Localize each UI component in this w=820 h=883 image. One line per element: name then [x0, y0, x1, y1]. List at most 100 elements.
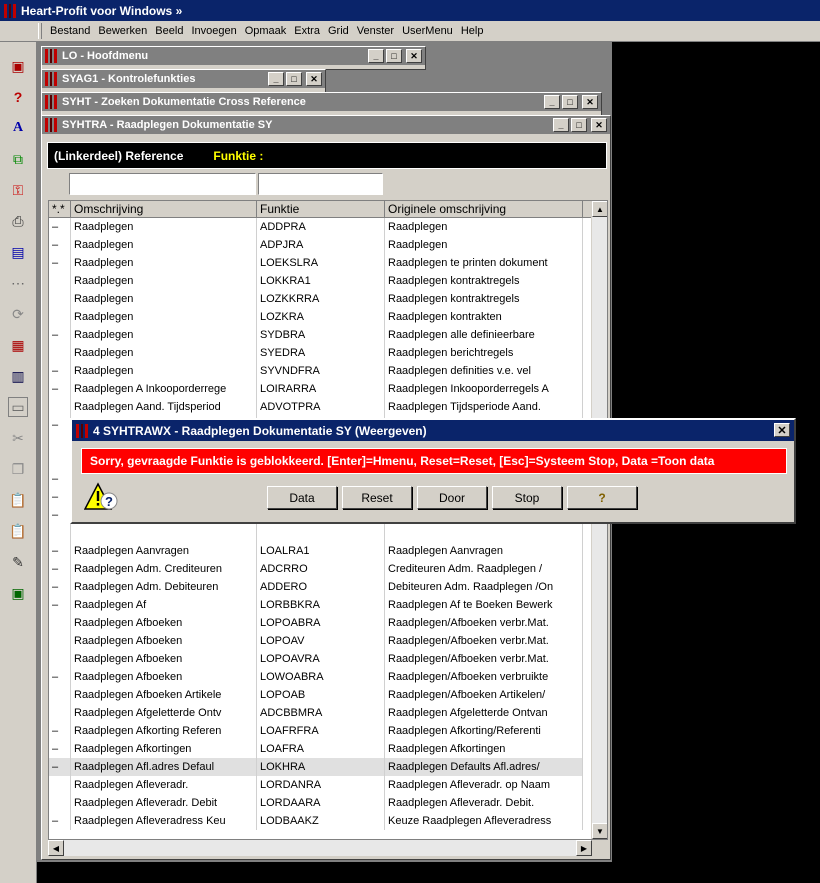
table-row[interactable]: Raadplegen Afboeken LOPOAV Raadplegen/Afbo… — [49, 632, 583, 650]
table-row[interactable]: – Raadplegen Adm. Debiteuren ADDERO Debiteu… — [49, 578, 583, 596]
menu-extra[interactable]: Extra — [294, 25, 320, 37]
edit-icon[interactable]: ✎ — [8, 552, 28, 572]
window-syht[interactable]: SYHT - Zoeken Dokumentatie Cross Referen… — [41, 92, 602, 116]
close-button[interactable]: ✕ — [406, 49, 422, 63]
table-row[interactable]: Raadplegen Aand. Tijdsperiod ADVOTPRA Raad… — [49, 398, 583, 416]
blocked-function-dialog[interactable]: 4 SYHTRAWX - Raadplegen Dokumentatie SY … — [70, 418, 796, 524]
search-funktie-input[interactable] — [258, 173, 383, 195]
window-lo-hoofdmenu[interactable]: LO - Hoofdmenu _ □ ✕ — [41, 46, 426, 70]
search-omschrijving-input[interactable] — [69, 173, 256, 195]
window-title-syht[interactable]: SYHT - Zoeken Dokumentatie Cross Referen… — [42, 93, 601, 111]
window-syag1[interactable]: SYAG1 - Kontrolefunkties _ □ ✕ — [41, 69, 326, 93]
window-title-syag1[interactable]: SYAG1 - Kontrolefunkties _ □ ✕ — [42, 70, 325, 88]
horizontal-scrollbar[interactable]: ◀ ▶ — [48, 840, 592, 856]
window-icon[interactable]: ▭ — [8, 397, 28, 417]
table-row[interactable]: – Raadplegen Afkortingen LOAFRA Raadplegen … — [49, 740, 583, 758]
dialog-close-button[interactable]: ✕ — [774, 423, 790, 437]
col-header-originele[interactable]: Originele omschrijving — [385, 201, 583, 217]
table-row[interactable]: Raadplegen Afleveradr. Debit LORDAARA Raad… — [49, 794, 583, 812]
menu-venster[interactable]: Venster — [357, 25, 394, 37]
maximize-button[interactable]: □ — [562, 95, 578, 109]
monitor-icon[interactable]: ▣ — [8, 583, 28, 603]
menu-bewerken[interactable]: Bewerken — [98, 25, 147, 37]
cut-icon[interactable]: ✂ — [8, 428, 28, 448]
table-row[interactable]: Raadplegen Afboeken Artikele LOPOAB Raadpl… — [49, 686, 583, 704]
table-row[interactable]: – Raadplegen Afleveradress Keu LODBAAKZ Keu… — [49, 812, 583, 830]
refresh-icon[interactable]: ⟳ — [8, 304, 28, 324]
close-button[interactable]: ✕ — [582, 95, 598, 109]
maximize-button[interactable]: □ — [571, 118, 587, 132]
scroll-down-button[interactable]: ▼ — [592, 823, 607, 839]
scroll-up-button[interactable]: ▲ — [592, 201, 607, 217]
table-row[interactable]: – Raadplegen ADPJRA Raadplegen — [49, 236, 583, 254]
table-row[interactable] — [49, 524, 583, 542]
print-icon[interactable]: ⎙ — [8, 211, 28, 231]
stop-button[interactable]: Stop — [492, 486, 562, 509]
table-row[interactable]: – Raadplegen A Inkooporderrege LOIRARRA Raa… — [49, 380, 583, 398]
table-row[interactable]: Raadplegen Afboeken LOPOABRA Raadplegen/Af… — [49, 614, 583, 632]
scroll-left-button[interactable]: ◀ — [48, 840, 64, 856]
menu-bestand[interactable]: Bestand — [50, 25, 90, 37]
table-row[interactable]: – Raadplegen Af LORBBKRA Raadplegen Af te B… — [49, 596, 583, 614]
window-icon-syag1[interactable] — [45, 72, 58, 86]
minimize-button[interactable]: _ — [268, 72, 284, 86]
window-icon-lo[interactable] — [45, 49, 58, 63]
minimize-button[interactable]: _ — [544, 95, 560, 109]
table-row[interactable]: Raadplegen SYEDRA Raadplegen berichtregels — [49, 344, 583, 362]
door-button[interactable]: Door — [417, 486, 487, 509]
copy-icon[interactable]: ❐ — [8, 459, 28, 479]
col-header-omschrijving[interactable]: Omschrijving — [71, 201, 257, 217]
table-row[interactable]: – Raadplegen Adm. Crediteuren ADCRRO Credit… — [49, 560, 583, 578]
menu-opmaak[interactable]: Opmaak — [245, 25, 287, 37]
close-button[interactable]: ✕ — [591, 118, 607, 132]
table-row[interactable]: – Raadplegen SYVNDFRA Raadplegen definities… — [49, 362, 583, 380]
table-row[interactable]: – Raadplegen Afboeken LOWOABRA Raadplegen/A… — [49, 668, 583, 686]
table-row[interactable]: Raadplegen LOZKKRRA Raadplegen kontraktreg… — [49, 290, 583, 308]
maximize-button[interactable]: □ — [386, 49, 402, 63]
paste-special-icon[interactable]: 📋 — [8, 521, 28, 541]
col-header-filter[interactable]: *.* — [49, 201, 71, 217]
copy-window-icon[interactable]: ⧉ — [8, 149, 28, 169]
report-icon[interactable]: ▦ — [8, 335, 28, 355]
maximize-button[interactable]: □ — [286, 72, 302, 86]
table-row[interactable]: Raadplegen Afleveradr. LORDANRA Raadplegen… — [49, 776, 583, 794]
dots-icon[interactable]: ⋯ — [8, 273, 28, 293]
menu-beeld[interactable]: Beeld — [155, 25, 183, 37]
menu-grid[interactable]: Grid — [328, 25, 349, 37]
window-title-lo[interactable]: LO - Hoofdmenu _ □ ✕ — [42, 47, 425, 65]
screen-icon[interactable]: ▣ — [8, 56, 28, 76]
font-icon[interactable]: A — [8, 118, 28, 138]
app-icon[interactable] — [4, 3, 17, 18]
window-icon-syhtra[interactable] — [45, 118, 58, 132]
table-row[interactable]: – Raadplegen ADDPRA Raadplegen — [49, 218, 583, 236]
dialog-icon[interactable] — [76, 423, 89, 438]
table-row[interactable]: – Raadplegen Afl.adres Defaul LOKHRA Raadpl… — [49, 758, 583, 776]
key-icon[interactable]: ⚿ — [8, 180, 28, 200]
table-row[interactable]: – Raadplegen Aanvragen LOALRA1 Raadplegen A… — [49, 542, 583, 560]
menu-usermenu[interactable]: UserMenu — [402, 25, 453, 37]
window-icon-syht[interactable] — [45, 95, 58, 109]
help-button[interactable]: ? — [567, 486, 637, 509]
menu-invoegen[interactable]: Invoegen — [191, 25, 236, 37]
menu-help[interactable]: Help — [461, 25, 484, 37]
table-row[interactable]: Raadplegen Afgeletterde Ontv ADCBBMRA Raad… — [49, 704, 583, 722]
data-button[interactable]: Data — [267, 486, 337, 509]
table-row[interactable]: Raadplegen LOZKRA Raadplegen kontrakten — [49, 308, 583, 326]
window-title-syhtra[interactable]: SYHTRA - Raadplegen Dokumentatie SY _ □ … — [42, 116, 610, 134]
reset-button[interactable]: Reset — [342, 486, 412, 509]
dialog-title-bar[interactable]: 4 SYHTRAWX - Raadplegen Dokumentatie SY … — [72, 420, 794, 441]
table-row[interactable]: Raadplegen LOKKRA1 Raadplegen kontraktrege… — [49, 272, 583, 290]
table-row[interactable]: – Raadplegen SYDBRA Raadplegen alle definie… — [49, 326, 583, 344]
scroll-right-button[interactable]: ▶ — [576, 840, 592, 856]
col-header-funktie[interactable]: Funktie — [257, 201, 385, 217]
table-row[interactable]: – Raadplegen Afkorting Referen LOAFRFRA Raa… — [49, 722, 583, 740]
paste-icon[interactable]: 📋 — [8, 490, 28, 510]
table-row[interactable]: – Raadplegen LOEKSLRA Raadplegen te printen… — [49, 254, 583, 272]
table-row[interactable]: Raadplegen Afboeken LOPOAVRA Raadplegen/Af… — [49, 650, 583, 668]
minimize-button[interactable]: _ — [553, 118, 569, 132]
help-icon[interactable]: ? — [8, 87, 28, 107]
form-icon[interactable]: ▤ — [8, 242, 28, 262]
close-button[interactable]: ✕ — [306, 72, 322, 86]
chart-icon[interactable]: ▥ — [8, 366, 28, 386]
minimize-button[interactable]: _ — [368, 49, 384, 63]
